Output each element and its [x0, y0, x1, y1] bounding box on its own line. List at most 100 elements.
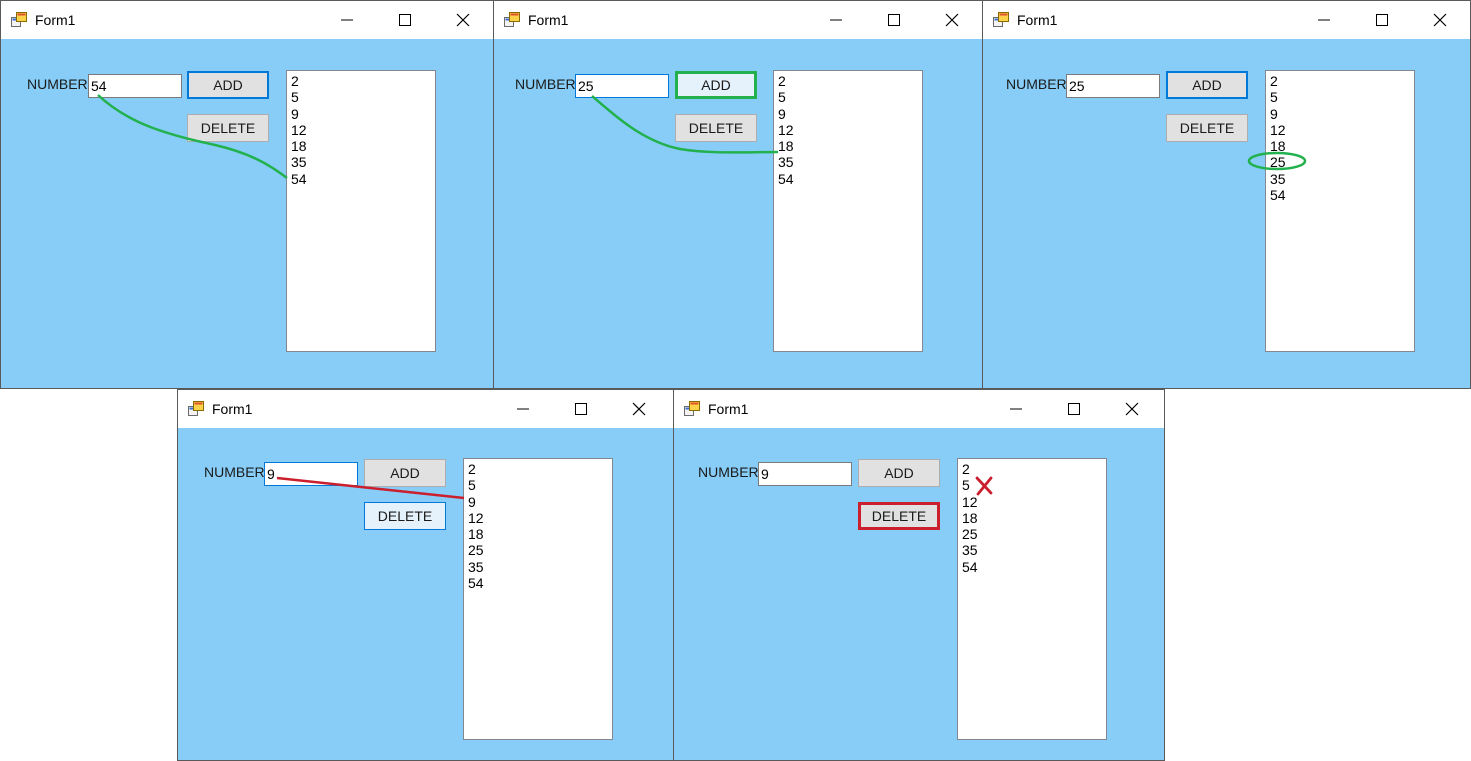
app-icon — [504, 12, 520, 27]
list-item[interactable]: 12 — [468, 510, 608, 526]
number-label: NUMBER — [1006, 76, 1067, 92]
number-input[interactable] — [575, 74, 669, 98]
maximize-icon[interactable] — [1372, 10, 1392, 30]
minimize-icon[interactable] — [337, 10, 357, 30]
number-label: NUMBER — [204, 464, 265, 480]
maximize-icon[interactable] — [1064, 399, 1084, 419]
list-item[interactable]: 2 — [468, 461, 608, 477]
list-item[interactable]: 2 — [1270, 73, 1410, 89]
close-icon[interactable] — [1430, 10, 1450, 30]
window-title: Form1 — [708, 401, 749, 417]
list-item[interactable]: 9 — [468, 494, 608, 510]
list-item[interactable]: 18 — [778, 138, 918, 154]
window-title: Form1 — [528, 12, 569, 28]
number-listbox[interactable]: 2 5 9 12 18 25 35 54 — [1265, 70, 1415, 352]
add-button[interactable]: ADD — [858, 459, 940, 487]
number-input[interactable] — [264, 462, 358, 486]
title-bar[interactable]: Form1 — [494, 1, 982, 39]
minimize-icon[interactable] — [826, 10, 846, 30]
list-item[interactable]: 18 — [468, 526, 608, 542]
maximize-icon[interactable] — [571, 399, 591, 419]
number-input[interactable] — [88, 74, 182, 98]
form-window-4: Form1 NUMBER ADD DELETE 2 5 9 12 18 25 3… — [177, 389, 674, 761]
maximize-icon[interactable] — [395, 10, 415, 30]
window-title: Form1 — [35, 12, 76, 28]
list-item[interactable]: 25 — [1270, 154, 1410, 170]
app-icon — [11, 12, 27, 27]
list-item[interactable]: 9 — [778, 106, 918, 122]
list-item[interactable]: 18 — [1270, 138, 1410, 154]
add-button[interactable]: ADD — [1166, 71, 1248, 99]
list-item[interactable]: 2 — [778, 73, 918, 89]
number-listbox[interactable]: 2 5 12 18 25 35 54 — [957, 458, 1107, 740]
list-item[interactable]: 54 — [468, 575, 608, 591]
number-label: NUMBER — [27, 76, 88, 92]
form-window-3: Form1 NUMBER ADD DELETE 2 5 9 12 18 25 3… — [982, 0, 1471, 389]
title-bar[interactable]: Form1 — [674, 390, 1164, 428]
form-client-area: NUMBER ADD DELETE 2 5 9 12 18 35 54 — [1, 39, 493, 388]
close-icon[interactable] — [629, 399, 649, 419]
title-bar[interactable]: Form1 — [178, 390, 673, 428]
list-item[interactable]: 54 — [291, 171, 431, 187]
list-item[interactable]: 2 — [291, 73, 431, 89]
form-client-area: NUMBER ADD DELETE 2 5 9 12 18 25 35 54 — [178, 428, 673, 760]
list-item[interactable]: 35 — [291, 154, 431, 170]
list-item[interactable]: 9 — [1270, 106, 1410, 122]
list-item[interactable]: 5 — [778, 89, 918, 105]
maximize-icon[interactable] — [884, 10, 904, 30]
close-icon[interactable] — [453, 10, 473, 30]
list-item[interactable]: 35 — [1270, 171, 1410, 187]
delete-button[interactable]: DELETE — [187, 114, 269, 142]
list-item[interactable]: 5 — [1270, 89, 1410, 105]
add-button[interactable]: ADD — [364, 459, 446, 487]
list-item[interactable]: 35 — [468, 559, 608, 575]
delete-button[interactable]: DELETE — [1166, 114, 1248, 142]
delete-button[interactable]: DELETE — [858, 502, 940, 530]
form-window-5: Form1 NUMBER ADD DELETE 2 5 12 18 25 35 … — [673, 389, 1165, 761]
number-input[interactable] — [1066, 74, 1160, 98]
window-title: Form1 — [1017, 12, 1058, 28]
minimize-icon[interactable] — [1314, 10, 1334, 30]
delete-button[interactable]: DELETE — [364, 502, 446, 530]
number-input[interactable] — [758, 462, 852, 486]
title-bar[interactable]: Form1 — [983, 1, 1470, 39]
list-item[interactable]: 54 — [962, 559, 1102, 575]
close-icon[interactable] — [1122, 399, 1142, 419]
app-icon — [684, 401, 700, 416]
add-button[interactable]: ADD — [187, 71, 269, 99]
form-client-area: NUMBER ADD DELETE 2 5 9 12 18 35 54 — [494, 39, 982, 388]
list-item[interactable]: 18 — [291, 138, 431, 154]
list-item[interactable]: 35 — [962, 542, 1102, 558]
app-icon — [993, 12, 1009, 27]
list-item[interactable]: 12 — [778, 122, 918, 138]
list-item[interactable]: 5 — [468, 477, 608, 493]
list-item[interactable]: 35 — [778, 154, 918, 170]
app-icon — [188, 401, 204, 416]
list-item[interactable]: 2 — [962, 461, 1102, 477]
list-item[interactable]: 12 — [291, 122, 431, 138]
list-item[interactable]: 5 — [962, 477, 1102, 493]
number-listbox[interactable]: 2 5 9 12 18 35 54 — [286, 70, 436, 352]
add-button[interactable]: ADD — [675, 71, 757, 99]
list-item[interactable]: 54 — [1270, 187, 1410, 203]
form-client-area: NUMBER ADD DELETE 2 5 12 18 25 35 54 — [674, 428, 1164, 760]
minimize-icon[interactable] — [1006, 399, 1026, 419]
window-title: Form1 — [212, 401, 253, 417]
number-listbox[interactable]: 2 5 9 12 18 35 54 — [773, 70, 923, 352]
number-label: NUMBER — [515, 76, 576, 92]
number-listbox[interactable]: 2 5 9 12 18 25 35 54 — [463, 458, 613, 740]
list-item[interactable]: 18 — [962, 510, 1102, 526]
minimize-icon[interactable] — [513, 399, 533, 419]
form-client-area: NUMBER ADD DELETE 2 5 9 12 18 25 35 54 — [983, 39, 1470, 388]
list-item[interactable]: 12 — [962, 494, 1102, 510]
list-item[interactable]: 9 — [291, 106, 431, 122]
title-bar[interactable]: Form1 — [1, 1, 493, 39]
list-item[interactable]: 25 — [962, 526, 1102, 542]
list-item[interactable]: 25 — [468, 542, 608, 558]
delete-button[interactable]: DELETE — [675, 114, 757, 142]
list-item[interactable]: 5 — [291, 89, 431, 105]
number-label: NUMBER — [698, 464, 759, 480]
list-item[interactable]: 12 — [1270, 122, 1410, 138]
close-icon[interactable] — [942, 10, 962, 30]
list-item[interactable]: 54 — [778, 171, 918, 187]
